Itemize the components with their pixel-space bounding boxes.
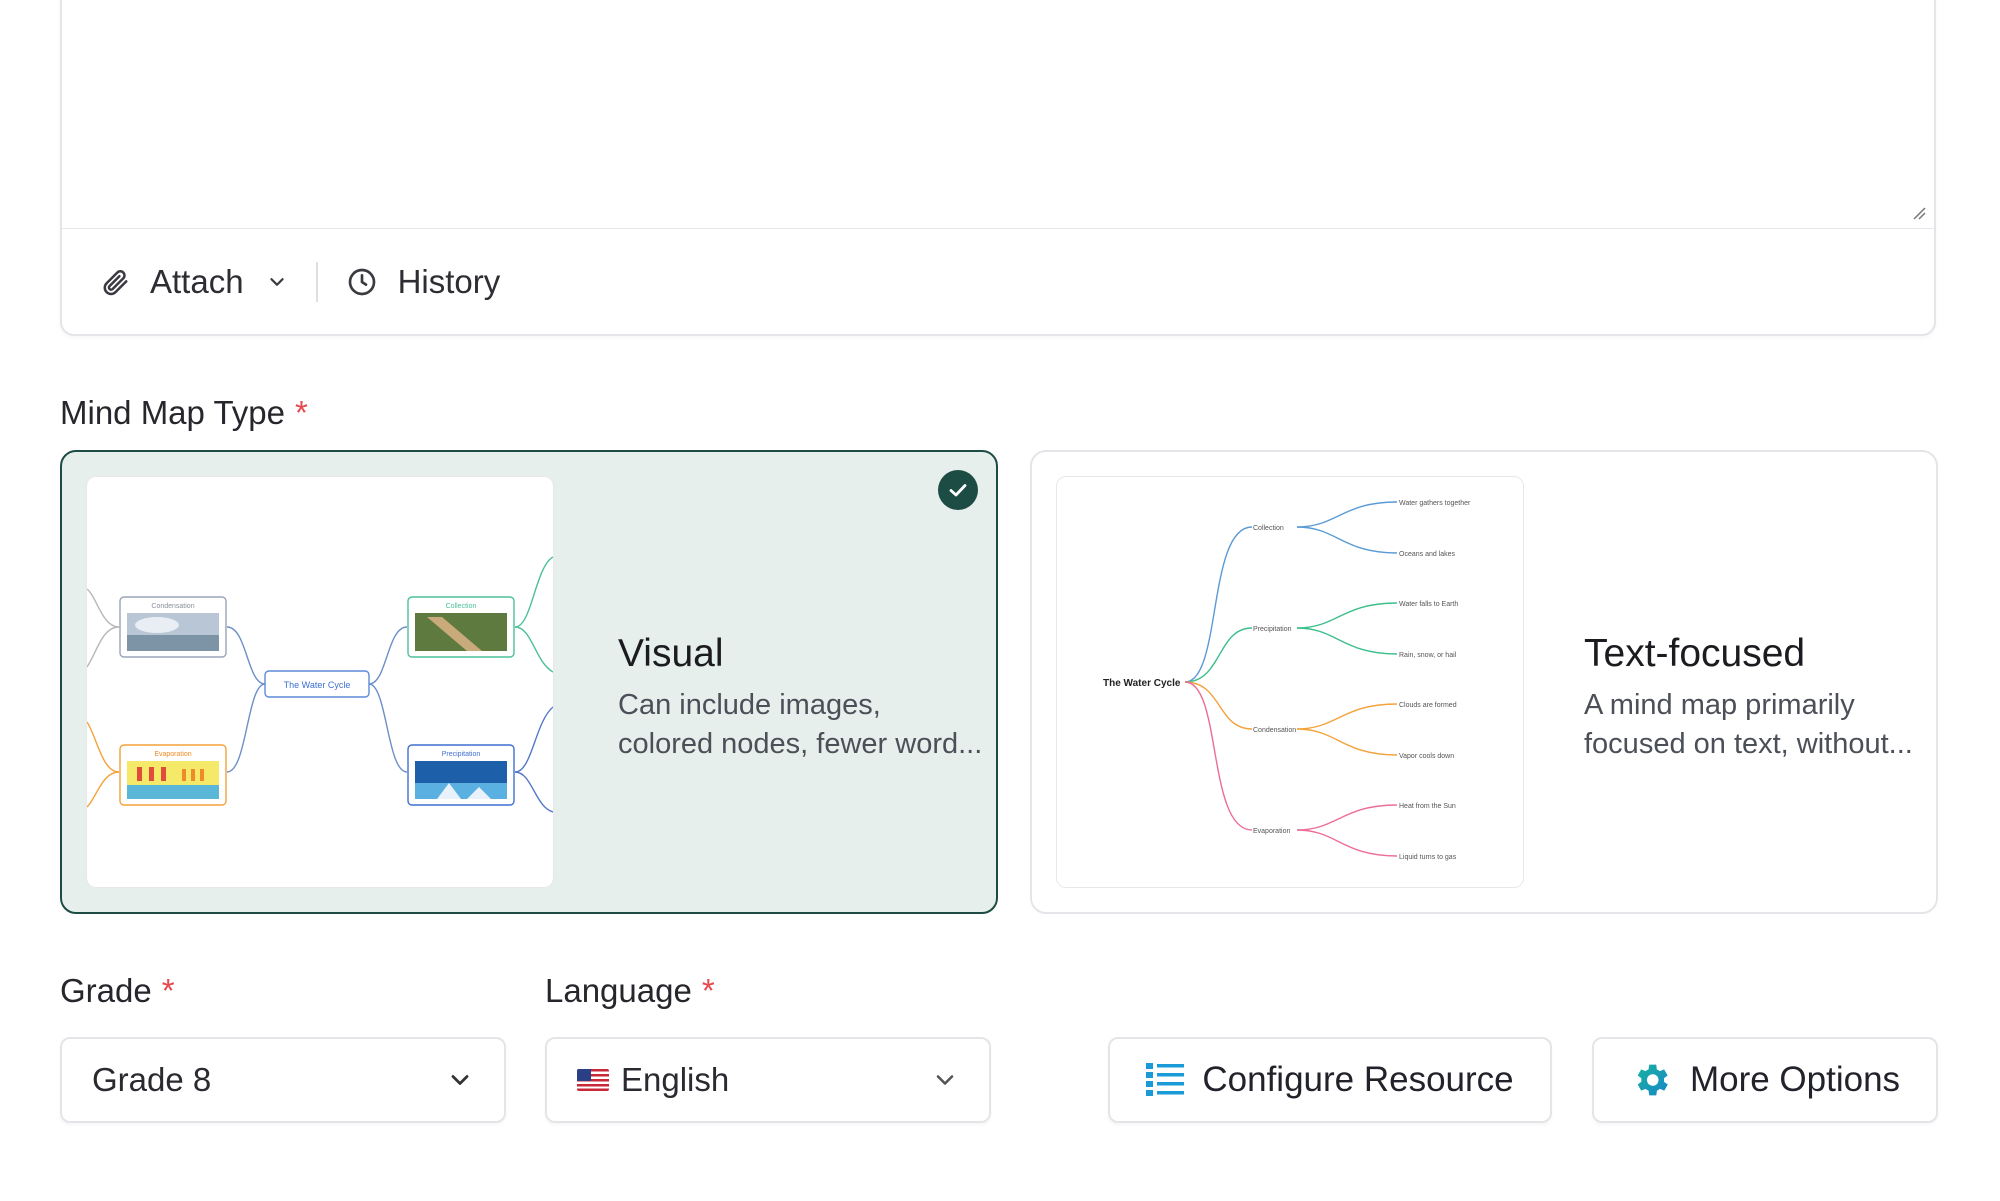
history-label: History bbox=[397, 262, 501, 300]
chevron-down-icon bbox=[936, 1075, 954, 1085]
us-flag-icon bbox=[577, 1069, 609, 1091]
history-button[interactable]: History bbox=[346, 262, 501, 301]
more-options-button[interactable]: More Options bbox=[1592, 1037, 1938, 1123]
text-branch-label: Evaporation bbox=[1253, 828, 1290, 835]
language-label-text: Language bbox=[545, 972, 692, 1009]
attach-button[interactable]: Attach bbox=[100, 263, 288, 301]
attach-label: Attach bbox=[150, 262, 244, 300]
resize-grip-icon[interactable] bbox=[1910, 204, 1926, 220]
list-settings-icon bbox=[1146, 1063, 1185, 1096]
configure-resource-button[interactable]: Configure Resource bbox=[1108, 1037, 1552, 1123]
visual-desc-line: Can include images, bbox=[618, 689, 881, 721]
required-mark: * bbox=[295, 394, 308, 431]
chevron-down-icon bbox=[269, 277, 284, 286]
gear-icon bbox=[1637, 1064, 1668, 1096]
grade-value: Grade 8 bbox=[92, 1061, 212, 1098]
text-leaf-label: Clouds are formed bbox=[1399, 702, 1457, 709]
grade-label: Grade * bbox=[60, 972, 175, 1010]
text-mindmap-illustration: The Water Cycle Collection Precipitation… bbox=[1103, 500, 1471, 861]
text-leaf-label: Water gathers together bbox=[1399, 500, 1471, 507]
text-leaf-label: Rain, snow, or hail bbox=[1399, 652, 1457, 659]
language-value: English bbox=[621, 1061, 730, 1098]
visual-card-description: Can include images, colored nodes, fewer… bbox=[618, 686, 982, 764]
prompt-textarea[interactable] bbox=[62, 0, 1934, 228]
visual-mindmap-illustration: The Water Cycle Condensation Collection … bbox=[87, 556, 553, 813]
configure-resource-label: Configure Resource bbox=[1202, 1060, 1514, 1099]
mind-map-type-label-text: Mind Map Type bbox=[60, 394, 286, 431]
text-center-node: The Water Cycle bbox=[1103, 678, 1181, 689]
grade-select[interactable]: Grade 8 bbox=[60, 1037, 506, 1123]
toolbar-divider bbox=[315, 261, 318, 302]
visual-node-label: Evaporation bbox=[154, 751, 191, 758]
text-leaf-label: Oceans and lakes bbox=[1399, 551, 1456, 558]
text-leaf-label: Liquid turns to gas bbox=[1399, 854, 1457, 861]
visual-preview-image: The Water Cycle Condensation Collection … bbox=[86, 476, 554, 888]
mind-map-type-label: Mind Map Type * bbox=[60, 394, 308, 432]
text-preview-image: The Water Cycle Collection Precipitation… bbox=[1056, 476, 1524, 888]
prompt-box: Attach History bbox=[60, 0, 1936, 336]
visual-desc-line: colored nodes, fewer word... bbox=[618, 728, 983, 760]
chevron-down-icon bbox=[451, 1075, 469, 1085]
language-label: Language * bbox=[545, 972, 715, 1010]
text-branch-label: Condensation bbox=[1253, 727, 1296, 734]
text-card-description: A mind map primarily focused on text, wi… bbox=[1584, 686, 1913, 764]
mind-map-type-text-card[interactable]: The Water Cycle Collection Precipitation… bbox=[1030, 450, 1938, 914]
more-options-label: More Options bbox=[1689, 1060, 1901, 1099]
visual-card-title: Visual bbox=[618, 632, 724, 675]
visual-node-label: Condensation bbox=[151, 603, 194, 610]
visual-center-node: The Water Cycle bbox=[284, 680, 351, 690]
text-leaf-label: Water falls to Earth bbox=[1399, 601, 1458, 608]
text-branch-label: Collection bbox=[1253, 525, 1284, 532]
visual-node-label: Collection bbox=[446, 603, 477, 610]
prompt-toolbar: Attach History bbox=[62, 228, 1934, 334]
text-leaf-label: Heat from the Sun bbox=[1399, 803, 1456, 810]
text-desc-line: A mind map primarily bbox=[1584, 689, 1855, 721]
text-branch-label: Precipitation bbox=[1253, 626, 1292, 633]
text-card-title: Text-focused bbox=[1584, 632, 1806, 675]
text-desc-line: focused on text, without... bbox=[1584, 728, 1913, 760]
selected-check-icon bbox=[938, 470, 978, 510]
text-leaf-label: Vapor cools down bbox=[1399, 753, 1454, 760]
paperclip-icon bbox=[103, 269, 128, 295]
required-mark: * bbox=[161, 972, 175, 1009]
visual-node-label: Precipitation bbox=[442, 751, 481, 758]
language-select[interactable]: English bbox=[545, 1037, 991, 1123]
grade-label-text: Grade bbox=[60, 972, 152, 1009]
mind-map-type-visual-card[interactable]: The Water Cycle Condensation Collection … bbox=[60, 450, 998, 914]
clock-icon bbox=[348, 268, 375, 295]
required-mark: * bbox=[701, 972, 715, 1009]
